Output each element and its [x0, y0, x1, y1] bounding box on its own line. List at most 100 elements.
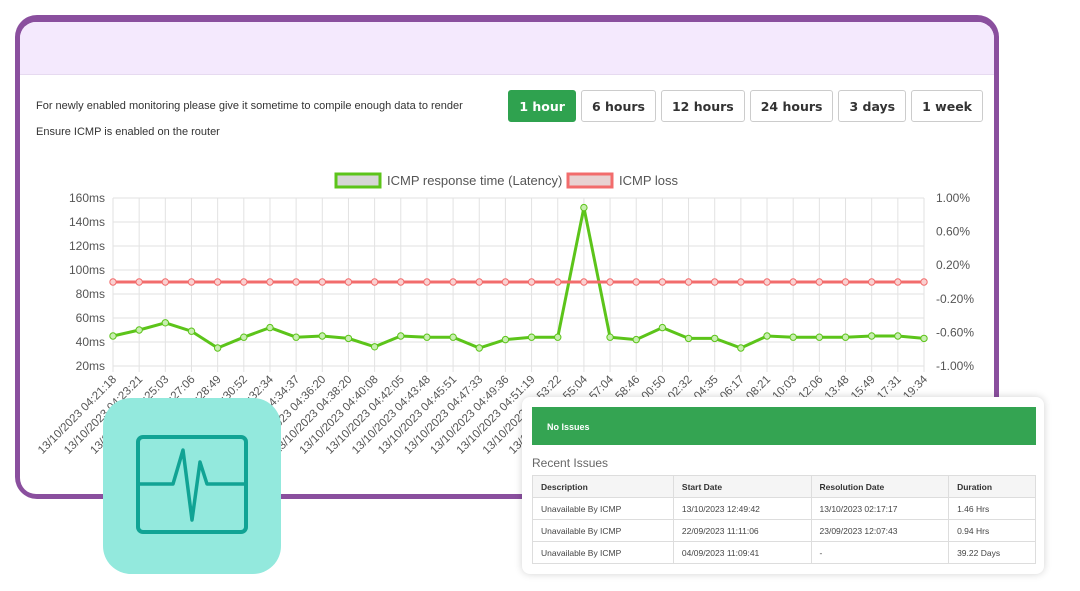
column-header: Description [532, 475, 674, 498]
data-point [213, 344, 222, 352]
issues-panel: No Issues Recent Issues Description Start… [522, 397, 1044, 574]
data-point [894, 332, 902, 340]
legend-swatch[interactable] [334, 172, 382, 189]
y-left-tick: 140ms [69, 215, 105, 229]
data-point [109, 332, 117, 340]
series-line [112, 207, 925, 350]
data-point [501, 335, 510, 344]
column-header: Duration [948, 475, 1036, 498]
data-point [580, 278, 588, 286]
data-point [187, 278, 196, 286]
table-cell: Unavailable By ICMP [532, 541, 674, 564]
data-point [266, 278, 274, 286]
y-left-tick: 120ms [69, 239, 105, 253]
data-point [658, 323, 667, 332]
y-right-tick: 0.20% [936, 258, 970, 272]
data-point [867, 332, 876, 340]
data-point [684, 334, 693, 343]
data-point [920, 334, 928, 343]
data-point [423, 333, 431, 341]
data-point [213, 278, 222, 286]
data-point [711, 278, 719, 286]
table-cell: 13/10/2023 02:17:17 [810, 497, 950, 520]
data-point [449, 278, 457, 286]
data-point [737, 344, 745, 352]
y-left-tick: 40ms [76, 335, 105, 349]
heartbeat-monitor-icon [136, 435, 248, 534]
data-point [606, 333, 614, 341]
table-cell: Unavailable By ICMP [532, 519, 674, 542]
data-point [475, 278, 483, 286]
data-point [684, 278, 693, 286]
table-row: Unavailable By ICMP 13/10/2023 12:49:42 13… [532, 497, 1036, 520]
data-point [135, 278, 143, 286]
data-point [711, 334, 719, 343]
y-left-tick: 60ms [76, 311, 105, 325]
data-point [161, 319, 170, 327]
table-cell: 22/09/2023 11:11:06 [672, 519, 812, 542]
column-header: Resolution Date [810, 475, 950, 498]
data-point [318, 332, 326, 340]
data-point [318, 278, 326, 286]
y-right-tick: 0.60% [936, 225, 970, 239]
data-point [344, 334, 353, 343]
y-left-tick: 100ms [69, 263, 105, 277]
data-point [606, 278, 614, 286]
data-point [397, 278, 405, 286]
data-point [554, 333, 562, 341]
data-point [109, 278, 117, 286]
data-point [554, 278, 562, 286]
data-point [292, 333, 300, 341]
data-point [135, 326, 143, 334]
data-point [632, 278, 640, 286]
data-point [397, 332, 405, 340]
data-point [841, 278, 850, 286]
y-left-tick: 20ms [76, 359, 105, 373]
data-point [920, 278, 928, 286]
table-cell: 1.46 Hrs [948, 497, 1036, 520]
data-point [266, 323, 274, 332]
legend-label[interactable]: ICMP response time (Latency) [387, 173, 562, 188]
app-icon-tile [103, 398, 281, 574]
data-point [789, 333, 797, 341]
table-row: Unavailable By ICMP 04/09/2023 11:09:41-3… [532, 541, 1036, 564]
table-cell: 0.94 Hrs [948, 519, 1036, 542]
data-point [789, 278, 797, 286]
data-point [370, 278, 379, 286]
data-point [658, 278, 667, 286]
data-point [894, 278, 902, 286]
data-point [501, 278, 510, 286]
data-point [763, 278, 771, 286]
table-cell: 39.22 Days [948, 541, 1036, 564]
data-point [449, 333, 457, 341]
data-point [240, 333, 248, 341]
table-cell: 13/10/2023 12:49:42 [672, 497, 812, 520]
y-left-tick: 80ms [76, 287, 105, 301]
y-right-tick: 1.00% [936, 191, 970, 205]
y-left-tick: 160ms [69, 191, 105, 205]
data-point [370, 343, 379, 351]
data-point [187, 327, 196, 335]
data-point [161, 278, 170, 286]
recent-issues-table: Description Start Date Resolution Date Dura… [532, 475, 1036, 564]
data-point [240, 278, 248, 286]
data-point [527, 278, 536, 286]
data-point [527, 333, 536, 341]
data-point [475, 344, 483, 352]
data-point [841, 333, 850, 341]
legend-label[interactable]: ICMP loss [619, 173, 678, 188]
data-point [632, 335, 640, 344]
y-right-tick: -1.00% [936, 359, 974, 373]
data-point [737, 278, 745, 286]
data-point [867, 278, 876, 286]
legend-swatch[interactable] [566, 172, 614, 189]
table-cell: 04/09/2023 11:09:41 [672, 541, 812, 564]
data-point [815, 333, 824, 341]
data-point [815, 278, 824, 286]
data-point [292, 278, 300, 286]
data-point [580, 203, 588, 212]
data-point [763, 332, 771, 340]
recent-issues-title: Recent Issues [532, 456, 609, 470]
y-right-tick: -0.20% [936, 292, 974, 306]
status-banner: No Issues [532, 407, 1036, 445]
